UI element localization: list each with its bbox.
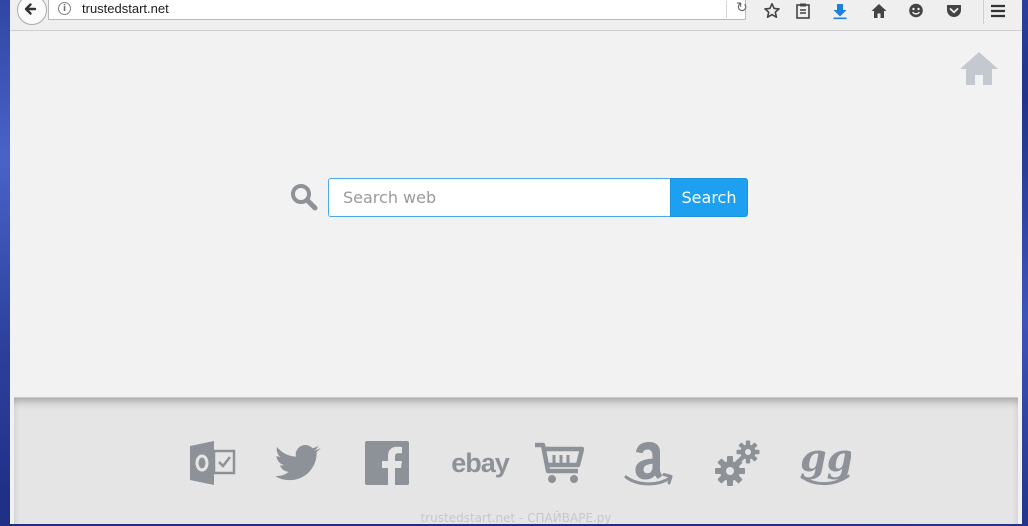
back-button[interactable] bbox=[17, 0, 47, 25]
cart-icon bbox=[535, 442, 584, 483]
search-icon bbox=[291, 184, 318, 211]
page-home-icon[interactable] bbox=[959, 49, 999, 94]
site-info-icon[interactable]: i bbox=[58, 2, 71, 15]
pocket-icon[interactable] bbox=[942, 0, 966, 22]
toolbar-divider bbox=[983, 0, 984, 24]
hello-chat-icon[interactable] bbox=[904, 0, 928, 22]
toolbar-home-icon[interactable] bbox=[867, 0, 891, 22]
hamburger-menu-icon[interactable] bbox=[986, 0, 1010, 22]
outlook-icon bbox=[190, 441, 236, 485]
amazon-link[interactable] bbox=[623, 437, 675, 489]
bookmark-star-icon[interactable] bbox=[760, 0, 784, 22]
search-input[interactable] bbox=[328, 178, 670, 217]
quick-links-bar: ebay gg bbox=[14, 397, 1018, 524]
reload-icon[interactable]: ↻ bbox=[736, 0, 748, 16]
reading-list-icon[interactable] bbox=[791, 0, 815, 22]
gear-icon bbox=[715, 440, 760, 486]
facebook-icon bbox=[365, 441, 409, 485]
browser-toolbar: i trustedstart.net ↻ bbox=[10, 0, 1022, 31]
search-button[interactable]: Search bbox=[670, 178, 748, 217]
back-arrow-icon bbox=[24, 3, 37, 15]
amazon-icon bbox=[624, 442, 673, 486]
gg-icon: gg bbox=[800, 439, 851, 486]
browser-window: i trustedstart.net ↻ Search web Search e… bbox=[10, 0, 1022, 524]
watermark-text: trustedstart.net - СПАЙВАРЕ.ру bbox=[420, 511, 612, 524]
url-text[interactable]: trustedstart.net bbox=[82, 1, 169, 16]
url-bar[interactable]: i trustedstart.net ↻ bbox=[48, 0, 748, 20]
twitter-icon bbox=[276, 444, 321, 481]
outlook-link[interactable] bbox=[186, 437, 238, 489]
download-icon[interactable] bbox=[828, 0, 852, 22]
gg-link[interactable]: gg bbox=[799, 437, 851, 489]
svg-text:gg: gg bbox=[800, 439, 851, 480]
facebook-link[interactable] bbox=[361, 437, 413, 489]
shopping-cart-link[interactable] bbox=[533, 437, 585, 489]
start-page: Search web Search ebay gg trustedstart.n… bbox=[10, 31, 1022, 524]
settings-link[interactable] bbox=[711, 437, 763, 489]
twitter-link[interactable] bbox=[273, 437, 325, 489]
url-divider bbox=[726, 1, 727, 18]
ebay-logo: ebay bbox=[451, 447, 510, 478]
ebay-link[interactable]: ebay bbox=[447, 437, 513, 489]
